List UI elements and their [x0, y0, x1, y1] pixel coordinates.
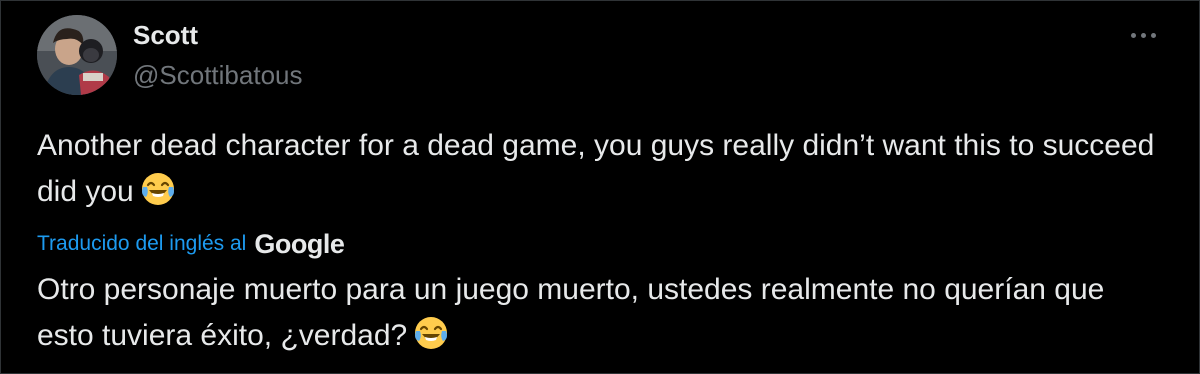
more-horizontal-icon	[1130, 32, 1136, 38]
avatar-image	[37, 15, 117, 95]
more-horizontal-icon-dot	[1140, 32, 1146, 38]
google-logo: Google	[254, 228, 345, 259]
translation-attribution: Traducido del inglés al Google	[37, 227, 345, 261]
avatar[interactable]	[37, 15, 117, 95]
translated-text: Otro personaje muerto para un juego muer…	[37, 267, 1167, 359]
translated-from-link[interactable]: Traducido del inglés al	[37, 232, 246, 256]
tweet-card[interactable]: Scott @Scottibatous Another dead charact…	[0, 0, 1200, 374]
author-handle[interactable]: @Scottibatous	[133, 59, 302, 91]
more-horizontal-icon-dot	[1150, 32, 1156, 38]
more-options-button[interactable]	[1123, 23, 1163, 47]
face-with-tears-of-joy-icon	[141, 173, 174, 205]
tweet-text-content: Another dead character for a dead game, …	[37, 129, 1155, 208]
author-info: Scott @Scottibatous	[133, 19, 302, 91]
face-with-tears-of-joy-icon	[415, 317, 448, 349]
author-display-name[interactable]: Scott	[133, 19, 302, 51]
tweet-text: Another dead character for a dead game, …	[37, 123, 1167, 215]
translated-text-content: Otro personaje muerto para un juego muer…	[37, 273, 1105, 352]
